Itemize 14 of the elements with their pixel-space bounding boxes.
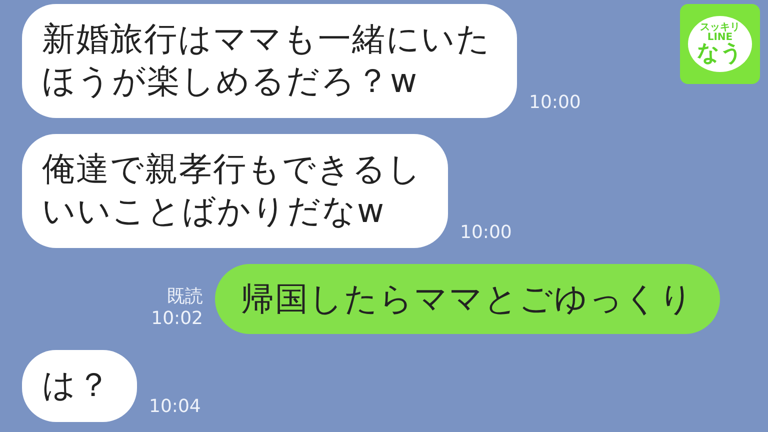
message-text: は？ [42, 364, 111, 406]
message-text: ほうが楽しめるだろ？w [42, 60, 419, 102]
message-time: 10:00 [460, 222, 512, 244]
message-time: 10:04 [149, 396, 201, 418]
message-text: 帰国したらママとごゆっくり [241, 278, 694, 320]
logo-text: LINE [707, 33, 733, 43]
message-text: いいことばかりだなw [42, 190, 386, 232]
logo-text: スッキリ [700, 23, 740, 33]
message-text: 新婚旅行はママも一緒にいた [42, 18, 491, 60]
read-receipt: 既読 [167, 286, 203, 308]
message-time: 10:02 [151, 308, 203, 330]
message-text: 俺達で親孝行もできるし [42, 148, 422, 190]
message-time: 10:00 [529, 92, 581, 114]
logo-text: なう [697, 43, 743, 65]
